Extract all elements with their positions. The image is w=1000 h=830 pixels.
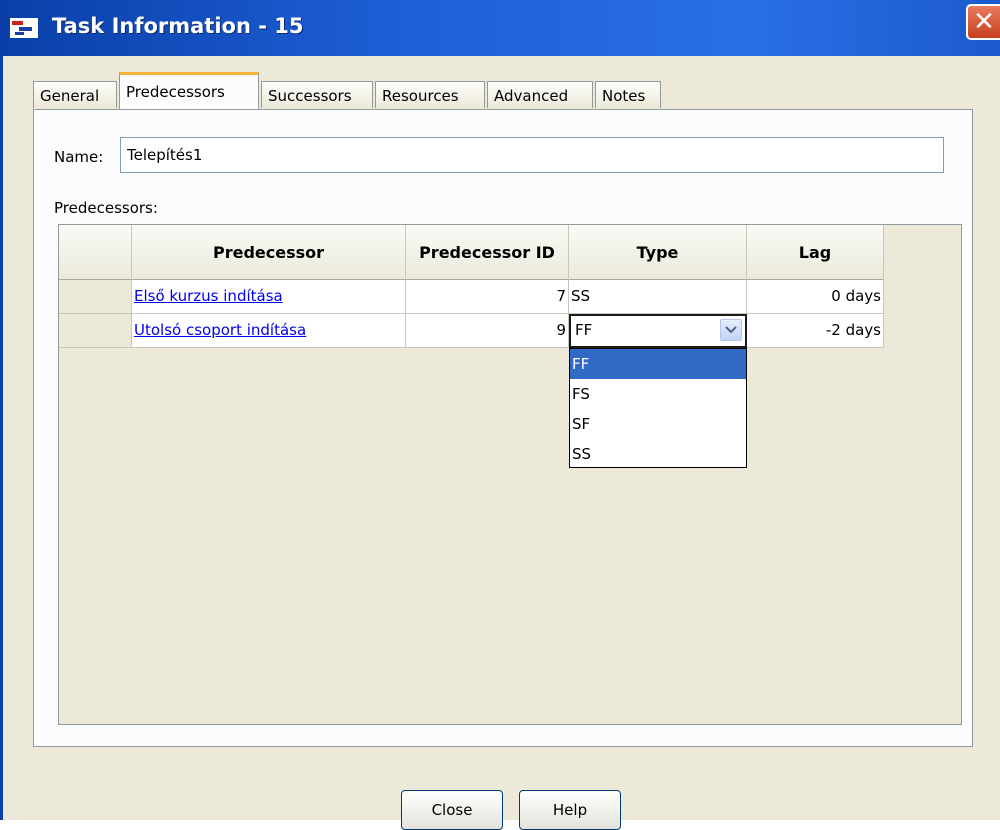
app-icon bbox=[10, 18, 38, 38]
task-information-dialog: General Predecessors Successors Resource… bbox=[0, 56, 1000, 830]
predecessor-id-cell[interactable]: 7 bbox=[406, 280, 569, 314]
name-label: Name: bbox=[54, 148, 104, 166]
type-combo-value: FF bbox=[575, 321, 593, 339]
table-row-predecessor[interactable]: Első kurzus indítása bbox=[132, 280, 406, 314]
type-combo-box[interactable]: FF bbox=[569, 314, 747, 348]
row-header[interactable] bbox=[59, 314, 132, 348]
dropdown-option-sf[interactable]: SF bbox=[570, 409, 746, 439]
window-title: Task Information - 15 bbox=[52, 14, 304, 38]
dropdown-option-ff[interactable]: FF bbox=[570, 349, 746, 379]
type-dropdown-list: FF FS SF SS bbox=[569, 348, 747, 468]
row-header[interactable] bbox=[59, 280, 132, 314]
close-window-icon[interactable]: ✕ bbox=[966, 4, 1000, 40]
column-header-predecessor-id[interactable]: Predecessor ID bbox=[406, 225, 569, 280]
name-field[interactable] bbox=[120, 137, 944, 173]
dropdown-option-fs[interactable]: FS bbox=[570, 379, 746, 409]
tab-predecessors[interactable]: Predecessors bbox=[119, 72, 259, 109]
predecessor-link[interactable]: Első kurzus indítása bbox=[134, 287, 283, 305]
type-cell[interactable]: SS bbox=[569, 280, 747, 314]
tab-general[interactable]: General bbox=[33, 81, 117, 108]
predecessor-id-cell[interactable]: 9 bbox=[406, 314, 569, 348]
column-header-lag[interactable]: Lag bbox=[747, 225, 884, 280]
predecessors-table: Predecessor Predecessor ID Type Lag Első… bbox=[58, 224, 962, 725]
dropdown-option-ss[interactable]: SS bbox=[570, 439, 746, 469]
tab-notes[interactable]: Notes bbox=[595, 81, 661, 108]
tab-resources[interactable]: Resources bbox=[375, 81, 485, 108]
chevron-down-icon[interactable] bbox=[720, 319, 742, 341]
lag-cell[interactable]: -2 days bbox=[747, 314, 884, 348]
column-header-predecessor[interactable]: Predecessor bbox=[132, 225, 406, 280]
title-bar: Task Information - 15 ✕ bbox=[0, 0, 1000, 56]
tab-successors[interactable]: Successors bbox=[261, 81, 373, 108]
lag-cell[interactable]: 0 days bbox=[747, 280, 884, 314]
tab-advanced[interactable]: Advanced bbox=[487, 81, 593, 108]
close-button[interactable]: Close bbox=[401, 790, 503, 830]
table-row-predecessor[interactable]: Utolsó csoport indítása bbox=[132, 314, 406, 348]
row-header-corner bbox=[59, 225, 132, 280]
predecessors-panel: Name: Predecessors: Predecessor Predeces… bbox=[33, 109, 973, 747]
column-header-type[interactable]: Type bbox=[569, 225, 747, 280]
predecessor-link[interactable]: Utolsó csoport indítása bbox=[134, 321, 306, 339]
help-button[interactable]: Help bbox=[519, 790, 621, 830]
predecessors-label: Predecessors: bbox=[54, 199, 158, 217]
